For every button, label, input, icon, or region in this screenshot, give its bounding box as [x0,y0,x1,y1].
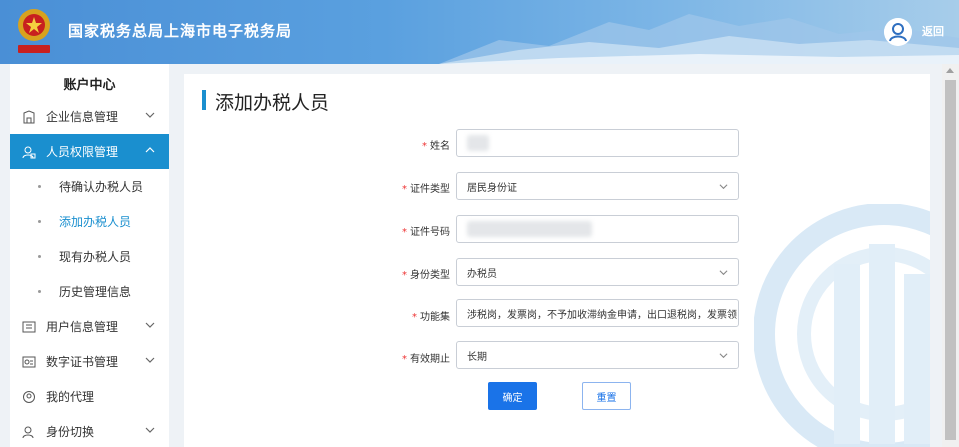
id-number-field[interactable] [456,215,739,243]
user-card-icon [22,321,36,332]
identity-type-select[interactable]: 办税员 [456,258,739,286]
return-button[interactable]: 返回 [922,23,944,39]
sidebar-item-user-info[interactable]: 用户信息管理 [10,309,169,344]
sidebar-item-enterprise-info[interactable]: 企业信息管理 [10,99,169,134]
chevron-down-icon [145,322,155,328]
subitem-existing-personnel[interactable]: 现有办税人员 [10,239,169,274]
agent-icon [23,390,35,403]
chevron-down-icon [719,184,728,190]
subitem-add-tax-personnel[interactable]: 添加办税人员 [10,204,169,239]
page-scrollbar[interactable] [942,64,959,447]
id-number-label: * 证件号码 [402,227,450,238]
bullet-dot [38,255,41,258]
scroll-up-arrow-icon[interactable] [946,68,954,73]
id-type-label: * 证件类型 [402,184,450,195]
sidebar-item-label: 数字证书管理 [46,355,119,369]
scroll-thumb[interactable] [945,80,956,440]
chevron-down-icon [719,353,728,359]
subitem-history-info[interactable]: 历史管理信息 [10,274,169,309]
sidebar-item-digital-certificate[interactable]: 数字证书管理 [10,344,169,379]
bullet-dot [38,220,41,223]
sidebar-item-label: 用户信息管理 [46,320,119,334]
sidebar-item-label: 身份切换 [46,425,95,439]
top-header: 国家税务总局上海市电子税务局 返回 [0,0,959,64]
main-panel: 添加办税人员 * 姓名 * 证件类型 居民身份证 * 证件号码 * 身份类型 办税员 *… [184,74,930,447]
id-type-select[interactable]: 居民身份证 [456,172,739,200]
sidebar: 账户中心 企业信息管理 人员权限管理 待确认办税人员 添加办税人员 现有办税人员… [10,64,169,447]
validity-select[interactable]: 长期 [456,341,739,369]
sidebar-title: 账户中心 [63,78,116,93]
mountain-banner [439,14,959,64]
chevron-down-icon [145,427,155,433]
bullet-dot [38,290,41,293]
switch-identity-icon [22,426,34,438]
subitem-label: 待确认办税人员 [59,180,144,194]
redacted-value [467,221,592,237]
chevron-down-icon [145,112,155,118]
sidebar-item-personnel-permissions[interactable]: 人员权限管理 [10,134,169,169]
bullet-dot [38,185,41,188]
sidebar-item-my-agent[interactable]: 我的代理 [10,379,169,414]
tax-emblem-icon [18,9,50,53]
chevron-down-icon [719,270,728,276]
subitem-label: 现有办税人员 [59,250,132,264]
sidebar-item-label: 人员权限管理 [46,145,119,159]
user-avatar-icon[interactable] [884,18,912,46]
name-label: * 姓名 [422,141,450,152]
functions-label: * 功能集 [412,312,450,323]
building-icon [23,109,35,123]
redacted-value [467,135,489,151]
name-field[interactable] [456,129,739,157]
identity-type-label: * 身份类型 [402,270,450,281]
reset-button[interactable]: 重置 [582,382,631,410]
confirm-button[interactable]: 确定 [488,382,537,410]
sidebar-item-label: 我的代理 [46,390,95,404]
title-accent-bar [202,90,206,110]
subitem-pending-confirmation[interactable]: 待确认办税人员 [10,169,169,204]
subitem-label: 历史管理信息 [59,285,132,299]
chevron-up-icon [145,147,155,153]
site-title: 国家税务总局上海市电子税务局 [68,22,293,40]
page-title: 添加办税人员 [215,92,330,114]
subitem-label: 添加办税人员 [59,215,132,229]
sidebar-item-label: 企业信息管理 [46,110,119,124]
validity-label: * 有效期止 [402,354,450,365]
person-lock-icon [22,146,36,158]
chevron-down-icon [145,357,155,363]
functions-field[interactable]: 涉税岗，发票岗，不予加收滞纳金申请，出口退税岗，发票领 [456,299,739,327]
certificate-icon [22,356,36,367]
sidebar-item-identity-switch[interactable]: 身份切换 [10,414,169,447]
tax-watermark-logo [754,204,930,447]
